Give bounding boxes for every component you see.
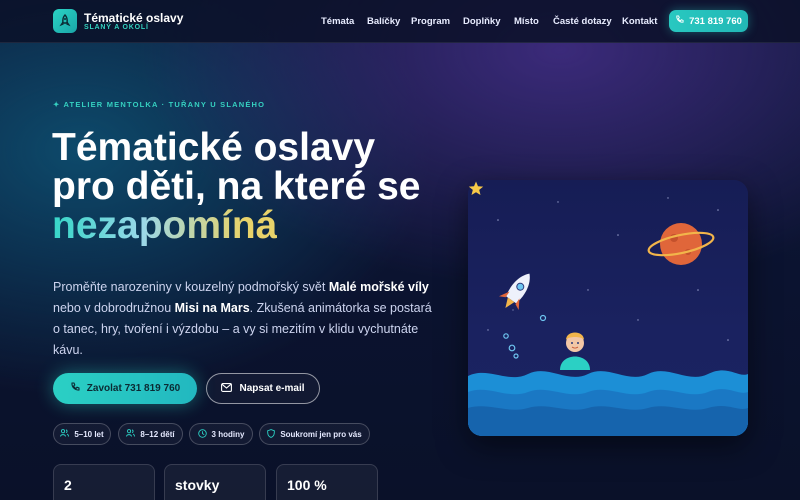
call-button-label: Zavolat 731 819 760	[86, 383, 181, 394]
lead-bold-mermaid: Malé mořské víly	[328, 280, 429, 294]
chip-age-label: 5–10 let	[74, 429, 104, 439]
headline-line-1: Tématické oslavy	[52, 126, 376, 169]
nav-item-program[interactable]: Program	[411, 16, 450, 27]
hero-headline: Tématické oslavy pro děti, na které se n…	[52, 128, 472, 245]
chip-kids-label: 8–12 dětí	[140, 429, 175, 439]
email-button-label: Napsat e-mail	[239, 383, 305, 394]
ocean-waves	[468, 370, 748, 436]
nav-item-doplnky[interactable]: Doplňky	[463, 16, 500, 27]
people-icon	[126, 429, 136, 439]
people-icon	[60, 429, 70, 439]
nav-item-temata[interactable]: Témata	[321, 16, 354, 27]
hero-illustration	[468, 180, 748, 436]
stat-card-1: 2	[53, 464, 155, 500]
hero-lead: Proměňte narozeniny v kouzelný podmořský…	[53, 277, 433, 361]
nav-item-balicky[interactable]: Balíčky	[367, 16, 400, 27]
phone-icon	[70, 382, 80, 395]
hero-eyebrow: ✦ ATELIER MENTOLKA · TUŘANY U SLANÉHO	[53, 100, 266, 109]
stat-card-2: stovky	[164, 464, 266, 500]
chip-duration-label: 3 hodiny	[211, 429, 245, 439]
stat-value-1: 2	[64, 477, 72, 493]
star-field	[487, 197, 729, 346]
mermaid-icon	[560, 332, 590, 370]
lead-text-2: nebo v dobrodružnou	[53, 301, 175, 315]
rocket-icon	[498, 273, 530, 310]
chip-kids: 8–12 dětí	[118, 423, 183, 445]
headline-highlight: nezapomíná	[52, 204, 278, 247]
lead-text-1: Proměňte narozeniny v kouzelný podmořský…	[53, 280, 329, 294]
nav-item-kontakt[interactable]: Kontakt	[622, 16, 657, 27]
stat-card-3: 100 %	[276, 464, 378, 500]
email-button[interactable]: Napsat e-mail	[206, 373, 320, 404]
bubbles	[503, 314, 547, 359]
chip-age: 5–10 let	[53, 423, 111, 445]
clock-icon	[197, 428, 207, 440]
lead-bold-mars: Misi na Mars	[174, 301, 250, 315]
headline-line-2: pro děti, na které se	[52, 165, 421, 208]
planet-icon	[647, 223, 715, 265]
brand-title[interactable]: Tématické oslavy	[84, 11, 183, 25]
header-phone-button[interactable]: 731 819 760	[669, 10, 748, 32]
call-button[interactable]: Zavolat 731 819 760	[53, 373, 197, 404]
shield-icon	[267, 428, 276, 440]
chip-privacy-label: Soukromí jen pro vás	[280, 429, 362, 439]
stat-value-3: 100 %	[287, 477, 327, 493]
nav-item-misto[interactable]: Místo	[514, 16, 539, 27]
stat-value-2: stovky	[175, 477, 220, 493]
site-header: Tématické oslavy SLANÝ A OKOLÍ Témata Ba…	[0, 0, 800, 43]
star-icon	[468, 181, 484, 201]
nav-item-faq[interactable]: Časté dotazy	[553, 16, 612, 27]
brand-subtitle: SLANÝ A OKOLÍ	[84, 24, 149, 31]
phone-icon	[675, 15, 684, 27]
mail-icon	[221, 382, 233, 395]
chip-duration: 3 hodiny	[189, 423, 253, 445]
chip-privacy: Soukromí jen pro vás	[259, 423, 370, 445]
rocket-icon[interactable]	[53, 9, 77, 33]
header-phone-label: 731 819 760	[689, 15, 742, 27]
